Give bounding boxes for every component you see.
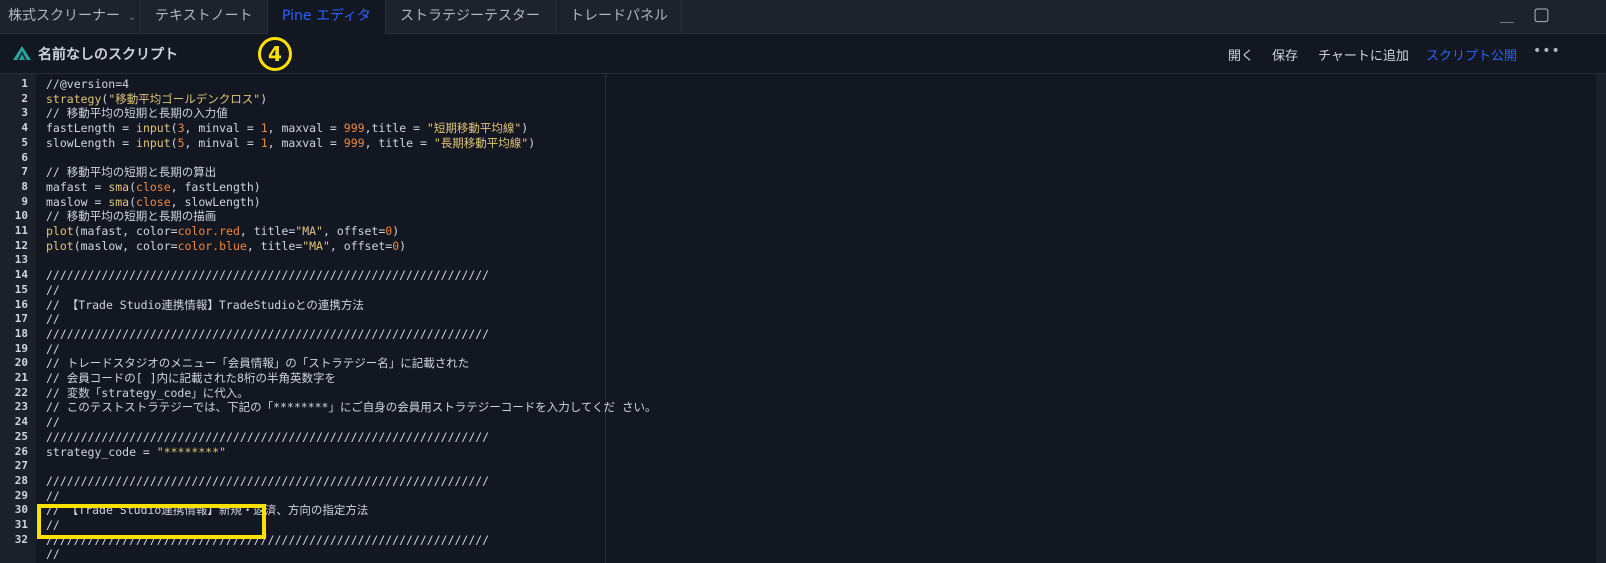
line-number: 8 xyxy=(21,179,28,193)
tab-stock-screener[interactable]: 株式スクリーナー ⌄ xyxy=(0,0,141,34)
line-number: 5 xyxy=(21,135,28,149)
tab-text-notes[interactable]: テキストノート xyxy=(141,0,268,34)
maximize-icon[interactable]: ▢ xyxy=(1533,4,1550,25)
tab-bar: 株式スクリーナー ⌄ テキストノート Pine エディタ ストラテジーテスター ト… xyxy=(0,0,1606,35)
tab-label: トレードパネル xyxy=(570,8,668,24)
step-badge: 4 xyxy=(258,37,292,71)
code-line: // xyxy=(46,312,60,327)
tab-trading-panel[interactable]: トレードパネル xyxy=(556,0,682,34)
code-line: // xyxy=(46,282,60,297)
pine-logo-icon xyxy=(12,45,32,65)
line-number: 12 xyxy=(14,238,28,252)
tab-pine-editor[interactable]: Pine エディタ xyxy=(268,0,386,35)
line-number: 20 xyxy=(14,356,28,370)
tab-strategy-tester[interactable]: ストラテジーテスター xyxy=(386,0,556,34)
line-number: 2 xyxy=(21,91,28,105)
line-number: 21 xyxy=(14,371,28,384)
line-number: 31 xyxy=(14,518,28,531)
code-line: // 移動平均の短期と長期の算出 xyxy=(46,165,217,180)
code-line: // 変数「strategy_code」に代入。 xyxy=(46,385,249,400)
code-line: // xyxy=(46,488,60,503)
code-line: mafast = sma(close, fastLength) xyxy=(46,179,261,194)
code-line: strategy("移動平均ゴールデンクロス") xyxy=(46,91,268,106)
line-number: 23 xyxy=(14,400,28,414)
code-line: // 【Trade Studio連携情報】TradeStudioとの連携方法 xyxy=(46,297,364,312)
editor-toolbar: 名前なしのスクリプト 4 開く 保存 チャートに追加 スクリプト公開 ••• xyxy=(0,34,1606,74)
line-number: 32 xyxy=(14,532,28,546)
code-line: // xyxy=(46,415,60,430)
script-title: 名前なしのスクリプト xyxy=(38,47,178,63)
tab-label: ストラテジーテスター xyxy=(400,8,540,24)
line-number: 10 xyxy=(14,209,28,223)
line-number: 22 xyxy=(14,385,28,399)
code-line: slowLength = input(5, minval = 1, maxval… xyxy=(46,135,536,150)
tab-label: 株式スクリーナー xyxy=(8,8,120,24)
line-number: 13 xyxy=(14,253,28,267)
line-number: 1 xyxy=(21,77,28,90)
line-number: 6 xyxy=(21,150,28,164)
code-line: // 会員コードの[ ]内に記載された8桁の半角英数字を xyxy=(46,371,336,385)
code-line: plot(mafast, color=color.red, title="MA"… xyxy=(46,224,400,238)
line-number-gutter: 1 2 3 4 5 6 7 8 9 10 11 12 13 14 15 16 17 18 19 20 21 22 23 24 2… xyxy=(0,74,36,563)
code-line: maslow = sma(close, slowLength) xyxy=(46,194,261,209)
line-number: 4 xyxy=(21,121,28,135)
add-to-chart-button[interactable]: チャートに追加 xyxy=(1318,45,1409,64)
minimize-icon[interactable]: ＿ xyxy=(1500,6,1514,26)
line-number: 15 xyxy=(14,282,28,296)
code-line: // xyxy=(46,341,60,356)
line-number: 27 xyxy=(14,459,28,473)
publish-script-button[interactable]: スクリプト公開 xyxy=(1426,45,1517,64)
print-margin-ruler xyxy=(605,74,606,563)
line-number: 16 xyxy=(14,297,28,311)
line-number: 14 xyxy=(14,268,28,282)
code-line: //@version=4 xyxy=(46,77,130,91)
chevron-down-icon[interactable]: ⌄ xyxy=(128,1,136,34)
line-number: 28 xyxy=(14,473,28,487)
code-line: ////////////////////////////////////////… xyxy=(46,268,490,283)
highlight-box xyxy=(37,504,266,539)
line-number: 17 xyxy=(14,312,28,326)
line-number: 18 xyxy=(14,326,28,340)
save-button[interactable]: 保存 xyxy=(1272,45,1298,64)
code-line: // 移動平均の短期と長期の入力値 xyxy=(46,106,228,121)
vertical-scrollbar[interactable] xyxy=(1596,74,1606,563)
more-options-icon[interactable]: ••• xyxy=(1533,43,1561,59)
code-line: ////////////////////////////////////////… xyxy=(46,326,490,341)
code-line: // このテストストラテジーでは、下記の「********」にご自身の会員用スト… xyxy=(46,400,657,415)
code-line: strategy_code = "********" xyxy=(46,444,227,459)
code-line: ////////////////////////////////////////… xyxy=(46,429,490,444)
line-number: 9 xyxy=(21,194,28,208)
line-number: 26 xyxy=(14,444,28,458)
code-line: // 移動平均の短期と長期の描画 xyxy=(46,209,217,224)
code-line: fastLength = input(3, minval = 1, maxval… xyxy=(46,121,529,136)
tab-label: Pine エディタ xyxy=(282,8,371,24)
line-number: 19 xyxy=(14,341,28,355)
open-button[interactable]: 開く xyxy=(1228,45,1254,64)
code-line: // xyxy=(46,547,60,562)
line-number: 11 xyxy=(14,224,28,237)
code-line: ////////////////////////////////////////… xyxy=(46,473,490,488)
line-number: 24 xyxy=(14,415,28,429)
line-number: 30 xyxy=(14,503,28,517)
line-number: 25 xyxy=(14,429,28,443)
line-number: 29 xyxy=(14,488,28,502)
line-number: 7 xyxy=(21,165,28,179)
tab-label: テキストノート xyxy=(155,8,253,24)
code-line: plot(maslow, color=color.blue, title="MA… xyxy=(46,238,407,253)
code-editor[interactable]: 1 2 3 4 5 6 7 8 9 10 11 12 13 14 15 16 17 18 19 20 21 22 23 24 2… xyxy=(0,74,1606,563)
line-number: 3 xyxy=(21,106,28,120)
code-line: // トレードスタジオのメニュー「会員情報」の「ストラテジー名」に記載された xyxy=(46,356,470,371)
